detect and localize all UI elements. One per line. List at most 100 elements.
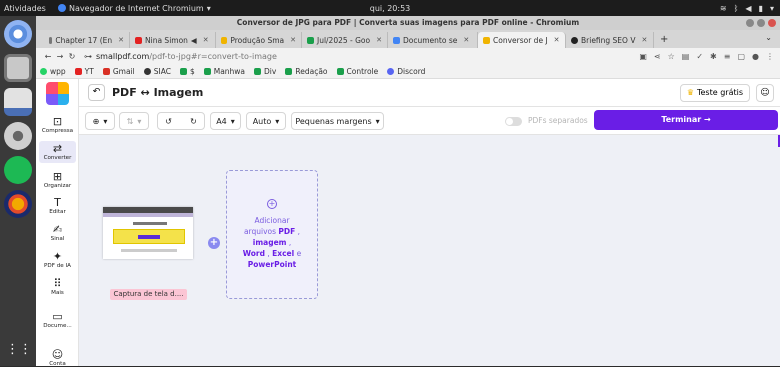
- margins-value: Pequenas margens: [295, 116, 372, 126]
- sidebar-item-organize[interactable]: ⊞ Organizar: [36, 171, 79, 189]
- back-icon[interactable]: ←: [42, 52, 54, 61]
- sidebar-item-label: Organizar: [43, 183, 72, 189]
- rotate-left-icon[interactable]: ↺: [158, 117, 179, 126]
- browser-tab[interactable]: Documento se ✕: [388, 32, 478, 48]
- sidebar-item-compress[interactable]: ⊡ Compressa: [36, 116, 79, 134]
- spotify-dock-icon[interactable]: [4, 156, 32, 184]
- close-tab-icon[interactable]: ✕: [203, 36, 209, 44]
- window-controls[interactable]: [746, 19, 776, 27]
- sidebar-item-sign[interactable]: ✍ Sinal: [36, 224, 79, 242]
- address-bar[interactable]: ⊶ smallpdf.com/pdf-to-jpg#r=convert-to-i…: [84, 52, 277, 61]
- sidebar-item-convert[interactable]: ⇄ Converter: [36, 141, 79, 163]
- sidebar-item-account[interactable]: ☺ Conta: [36, 349, 79, 367]
- site-info-icon[interactable]: ⊶: [84, 52, 92, 61]
- minimize-button[interactable]: [746, 19, 754, 27]
- sort-button[interactable]: ⇅ ▾: [119, 112, 149, 130]
- margins-select[interactable]: Pequenas margens ▾: [291, 112, 384, 130]
- chevron-down-icon: ▾: [375, 116, 380, 126]
- close-tab-icon[interactable]: ✕: [641, 36, 647, 44]
- browser-tab[interactable]: Chapter 17 (En ✕: [44, 32, 130, 48]
- close-button[interactable]: [768, 19, 776, 27]
- bookmark-label: Redação: [295, 67, 328, 76]
- page-size-select[interactable]: A4 ▾: [210, 112, 241, 130]
- close-tab-icon[interactable]: ✕: [554, 36, 560, 44]
- bookmark-item[interactable]: wpp: [40, 67, 66, 76]
- side-panel-icon[interactable]: ▢: [737, 52, 745, 61]
- bookmark-label: Discord: [397, 67, 426, 76]
- puzzle-icon[interactable]: ✱: [710, 52, 717, 61]
- forward-icon[interactable]: →: [54, 52, 66, 61]
- reading-list-icon[interactable]: ≡: [724, 52, 731, 61]
- activities-button[interactable]: Atividades: [0, 4, 58, 13]
- tab-label: Briefing SEO V: [581, 35, 636, 45]
- browser-tab-active[interactable]: Conversor de J ✕: [478, 32, 566, 48]
- separate-pdfs-toggle[interactable]: [505, 117, 522, 126]
- bookmarks-bar: wpp YT Gmail SIAC $ Manhwa Div Redação C…: [36, 65, 780, 79]
- install-icon[interactable]: ▣: [639, 52, 647, 61]
- terminal-dock-icon[interactable]: [4, 54, 32, 82]
- bookmark-item[interactable]: Div: [254, 67, 276, 76]
- settings-dock-icon[interactable]: [4, 122, 32, 150]
- bookmark-item[interactable]: Controle: [336, 67, 378, 76]
- chromium-dock-icon[interactable]: [4, 20, 32, 48]
- file-thumbnail[interactable]: [103, 207, 193, 259]
- close-tab-icon[interactable]: ✕: [463, 36, 469, 44]
- menu-icon[interactable]: ⋮: [766, 52, 774, 61]
- organize-icon: ⊞: [52, 170, 63, 183]
- installer-dock-icon[interactable]: [4, 88, 32, 116]
- chevron-down-icon: ▾: [103, 116, 108, 126]
- browser-tab[interactable]: Nina Simon ◀ ✕: [130, 32, 216, 48]
- extension-icon[interactable]: ✓: [696, 52, 703, 61]
- toolbar-icons: ▣ ⋖ ☆ ▤ ✓ ✱ ≡ ▢ ● ⋮: [639, 52, 774, 61]
- sidebar-item-label: Docume...: [43, 323, 72, 329]
- sheets-icon: [285, 68, 293, 75]
- bookmark-item[interactable]: Gmail: [102, 67, 135, 76]
- sidebar-item-ai-pdf[interactable]: ✦ PDF de IA: [36, 251, 79, 269]
- bookmark-item[interactable]: Redação: [285, 67, 328, 76]
- sidebar-item-label: Mais: [51, 290, 64, 296]
- sidebar-item-more[interactable]: ⠿ Mais: [36, 278, 79, 296]
- bookmark-item[interactable]: $: [179, 67, 195, 76]
- add-files-dropzone[interactable]: + Adicionar arquivos PDF , imagem , Word…: [226, 170, 318, 299]
- maximize-button[interactable]: [757, 19, 765, 27]
- system-tray[interactable]: ≋ ᛒ ◀ ▮ ▾: [720, 4, 774, 13]
- audio-icon[interactable]: ◀: [191, 36, 197, 45]
- free-trial-button[interactable]: ♛ Teste grátis: [679, 84, 750, 102]
- clock[interactable]: qui, 20:53: [360, 4, 420, 13]
- translate-icon[interactable]: ▤: [682, 52, 690, 61]
- rotate-right-icon[interactable]: ↻: [183, 117, 204, 126]
- back-button[interactable]: ↶: [88, 84, 105, 101]
- bookmark-item[interactable]: SIAC: [143, 67, 171, 76]
- bookmark-item[interactable]: YT: [74, 67, 94, 76]
- plus-circle-icon: +: [267, 199, 277, 209]
- tab-search-icon[interactable]: ⌄: [765, 33, 772, 42]
- plus-icon: +: [209, 237, 219, 248]
- user-button[interactable]: ☺: [756, 84, 774, 102]
- sidebar-item-edit[interactable]: T Editar: [36, 197, 79, 215]
- browser-tab[interactable]: Briefing SEO V ✕: [566, 32, 654, 48]
- reload-icon[interactable]: ↻: [66, 52, 78, 61]
- new-tab-button[interactable]: +: [654, 32, 674, 48]
- browser-tab[interactable]: Produção Sma ✕: [216, 32, 302, 48]
- tab-label: Conversor de J: [493, 35, 548, 45]
- bookmark-star-icon[interactable]: ☆: [668, 52, 675, 61]
- close-tab-icon[interactable]: ✕: [118, 36, 124, 44]
- share-icon[interactable]: ⋖: [654, 52, 661, 61]
- show-apps-icon[interactable]: ⋮⋮⋮: [6, 340, 45, 360]
- sheets-icon: [336, 68, 344, 75]
- close-tab-icon[interactable]: ✕: [376, 36, 382, 44]
- sidebar-item-label: Editar: [49, 209, 66, 215]
- smallpdf-logo[interactable]: [46, 82, 69, 105]
- bookmark-item[interactable]: Manhwa: [203, 67, 245, 76]
- close-tab-icon[interactable]: ✕: [290, 36, 296, 44]
- finish-button[interactable]: Terminar →: [594, 110, 778, 130]
- orientation-select[interactable]: Auto ▾: [246, 112, 286, 130]
- bookmark-item[interactable]: Discord: [387, 67, 425, 76]
- insert-file-button[interactable]: +: [208, 237, 220, 249]
- add-file-button[interactable]: ⊕ ▾: [85, 112, 115, 130]
- app-menu[interactable]: Navegador de Internet Chromium ▾: [58, 4, 211, 13]
- browser-tab[interactable]: Jul/2025 - Goo ✕: [302, 32, 388, 48]
- profile-icon[interactable]: ●: [752, 52, 759, 61]
- headphones-dock-icon[interactable]: [4, 190, 32, 218]
- sidebar-item-documents[interactable]: ▭ Docume...: [36, 311, 79, 329]
